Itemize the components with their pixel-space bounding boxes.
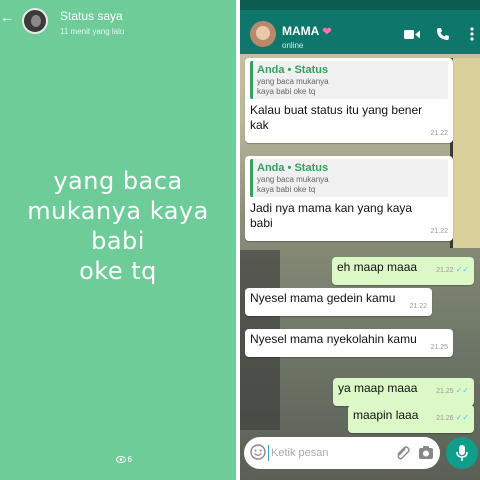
views-counter[interactable]: 6 <box>115 455 132 464</box>
contact-avatar[interactable] <box>250 21 276 47</box>
status-line: babi <box>91 227 145 255</box>
attach-icon[interactable] <box>394 445 410 461</box>
camera-icon[interactable] <box>418 445 434 460</box>
status-text: yang baca mukanya kaya babi oke tq <box>0 166 236 286</box>
status-line: mukanya kaya <box>27 197 209 225</box>
read-ticks-icon: ✓✓ <box>455 413 469 422</box>
status-title: Status saya <box>60 9 123 23</box>
quote-author: Anda • Status <box>257 64 329 76</box>
phone-icon[interactable] <box>436 27 450 41</box>
message-bubble[interactable]: maapin laaa 21.26 ✓✓ <box>348 405 474 433</box>
quote-text: yang baca mukanya kaya babi oke tq <box>257 77 329 96</box>
status-viewer: ← Status saya 11 menit yang lalu yang ba… <box>0 0 236 480</box>
arrow-left-icon[interactable]: ← <box>0 10 14 24</box>
chat-header[interactable]: MAMA ❤ online <box>240 10 480 54</box>
message-text: Jadi nya mama kan yang kaya babi <box>250 201 413 230</box>
quote-author: Anda • Status <box>257 162 329 174</box>
contact-name[interactable]: MAMA ❤ <box>282 24 332 38</box>
status-line: yang baca <box>53 167 183 195</box>
message-text: Nyesel mama gedein kamu <box>250 291 396 305</box>
message-time: 21.25 ✓✓ <box>436 383 469 399</box>
message-text: Nyesel mama nyekolahin kamu <box>250 332 417 346</box>
quote-text: yang baca mukanya kaya babi oke tq <box>257 175 329 194</box>
message-bubble[interactable]: ya maap maaa 21.25 ✓✓ <box>333 378 474 406</box>
message-time-text: 21.22 <box>436 267 454 274</box>
message-text: Kalau buat status itu yang bener kak <box>250 103 423 132</box>
message-time: 21.22 <box>430 130 448 137</box>
status-time: 11 menit yang lalu <box>60 27 125 36</box>
message-time: 21.22 <box>409 303 427 310</box>
read-ticks-icon: ✓✓ <box>455 265 469 274</box>
status-line: oke tq <box>79 257 157 285</box>
status-topbar: ← Status saya 11 menit yang lalu <box>0 0 236 42</box>
message-bubble[interactable]: Anda • Status yang baca mukanya kaya bab… <box>245 156 453 241</box>
quoted-status[interactable]: Anda • Status yang baca mukanya kaya bab… <box>250 159 448 197</box>
menu-icon[interactable] <box>470 27 474 41</box>
video-call-icon[interactable] <box>404 29 420 40</box>
message-bubble[interactable]: Anda • Status yang baca mukanya kaya bab… <box>245 58 453 143</box>
message-composer <box>244 437 440 469</box>
message-bubble[interactable]: Nyesel mama gedein kamu 21.22 <box>245 288 432 316</box>
mic-icon <box>456 445 468 461</box>
message-time: 21.26 ✓✓ <box>436 410 469 426</box>
message-time: 21.25 <box>430 344 448 351</box>
message-time: 21.22 ✓✓ <box>436 262 469 278</box>
eye-icon <box>115 456 126 464</box>
quoted-status[interactable]: Anda • Status yang baca mukanya kaya bab… <box>250 61 448 99</box>
message-input[interactable] <box>268 445 378 461</box>
message-time-text: 21.25 <box>436 388 454 395</box>
message-bubble[interactable]: Nyesel mama nyekolahin kamu 21.25 <box>245 329 453 357</box>
emoji-icon[interactable] <box>250 444 266 460</box>
read-ticks-icon: ✓✓ <box>455 386 469 395</box>
contact-name-text: MAMA <box>282 24 320 38</box>
chat-screen: MAMA ❤ online Anda • Status yang baca muk… <box>240 0 480 480</box>
system-status-bar <box>240 0 480 10</box>
message-time: 21.22 <box>430 228 448 235</box>
contact-status: online <box>282 41 304 50</box>
mic-button[interactable] <box>446 437 478 469</box>
message-bubble[interactable]: eh maap maaa 21.22 ✓✓ <box>332 257 474 285</box>
avatar <box>22 8 48 34</box>
message-time-text: 21.26 <box>436 415 454 422</box>
heart-icon: ❤ <box>322 26 332 38</box>
views-count: 6 <box>127 455 132 464</box>
